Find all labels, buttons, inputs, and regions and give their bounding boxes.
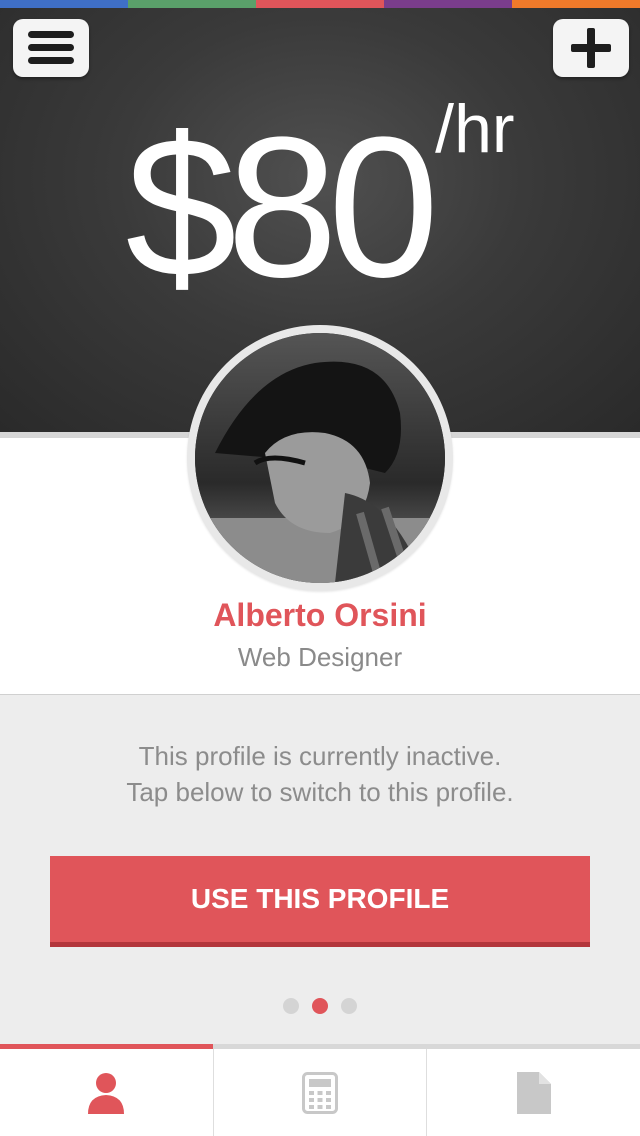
color-strip-purple [384, 0, 512, 8]
avatar-ring [187, 325, 453, 591]
rate-unit: /hr [435, 91, 515, 167]
page-dot-3[interactable] [341, 998, 357, 1014]
use-this-profile-button[interactable]: USE THIS PROFILE [50, 856, 590, 947]
color-strip-red [256, 0, 384, 8]
add-profile-button[interactable] [553, 19, 629, 77]
page-dot-2[interactable] [312, 998, 328, 1014]
menu-button[interactable] [13, 19, 89, 77]
person-icon [88, 1072, 125, 1114]
hourly-rate: $80/hr [0, 91, 640, 308]
inactive-message: This profile is currently inactive. Tap … [0, 738, 640, 810]
plus-icon [571, 28, 611, 68]
color-strip-blue [0, 0, 128, 8]
profile-photo [195, 333, 445, 583]
tab-calculator[interactable] [214, 1049, 428, 1136]
document-icon [516, 1071, 551, 1114]
profile-name: Alberto Orsini [213, 597, 427, 633]
inactive-message-line2: Tap below to switch to this profile. [126, 777, 514, 807]
page-dot-1[interactable] [283, 998, 299, 1014]
hamburger-menu-icon [28, 31, 74, 65]
avatar [195, 333, 445, 583]
tab-profile[interactable] [0, 1044, 214, 1136]
color-strip [0, 0, 640, 8]
profile-role: Web Designer [237, 642, 403, 672]
page-indicator [283, 998, 357, 1016]
inactive-message-line1: This profile is currently inactive. [138, 741, 502, 771]
tab-documents[interactable] [427, 1049, 640, 1136]
color-strip-orange [512, 0, 640, 8]
calculator-icon [302, 1071, 338, 1114]
color-strip-green [128, 0, 256, 8]
rate-amount: $80 [125, 96, 439, 319]
tab-bar [0, 1044, 640, 1136]
